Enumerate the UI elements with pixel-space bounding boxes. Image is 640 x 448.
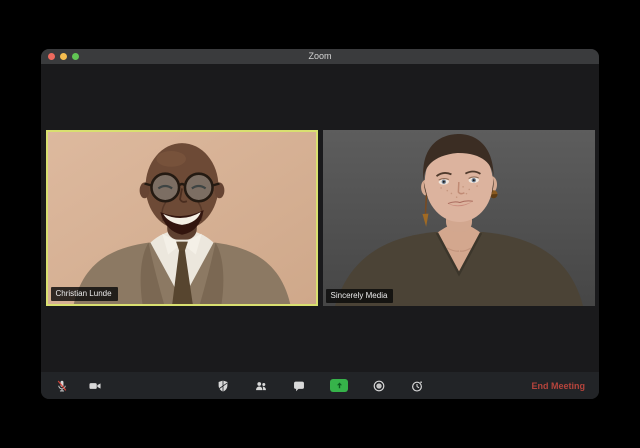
share-screen-arrow-icon (336, 382, 342, 389)
clock-reactions-icon (412, 380, 422, 392)
start-video-button[interactable] (88, 379, 102, 393)
video-grid: Christian Lunde Sincerely Media (41, 64, 599, 372)
participants-icon (256, 381, 266, 390)
video-camera-icon (89, 382, 101, 389)
end-meeting-button[interactable]: End Meeting (532, 381, 586, 391)
video-feed-man-portrait (47, 132, 316, 304)
window-title: Zoom (308, 51, 332, 61)
meeting-toolbar: End Meeting (41, 372, 599, 399)
share-screen-button[interactable] (330, 379, 348, 392)
chat-bubble-icon (294, 381, 304, 391)
security-shield-icon (218, 379, 228, 392)
reactions-button[interactable] (410, 379, 424, 393)
participant-name-badge: Christian Lunde (50, 287, 118, 301)
zoom-window: Zoom Christian Lunde Sincerely Media End… (41, 49, 599, 399)
mute-button[interactable] (55, 379, 69, 393)
participant-tile-active[interactable]: Christian Lunde (45, 130, 318, 306)
record-button[interactable] (372, 379, 386, 393)
toolbar-center-group (216, 379, 424, 393)
toolbar-left-group (55, 379, 102, 393)
participant-name-badge: Sincerely Media (325, 289, 394, 303)
video-feed-woman-portrait (322, 130, 595, 306)
participants-button[interactable] (254, 379, 268, 393)
chat-button[interactable] (292, 379, 306, 393)
titlebar: Zoom (41, 49, 599, 64)
record-icon (373, 380, 385, 391)
security-button[interactable] (216, 379, 230, 393)
participant-tile[interactable]: Sincerely Media (322, 130, 595, 306)
microphone-muted-icon (57, 380, 67, 391)
